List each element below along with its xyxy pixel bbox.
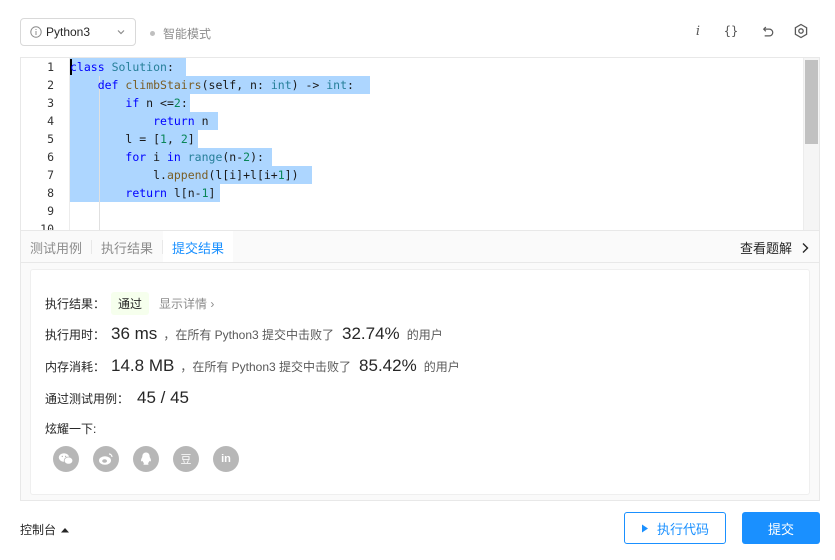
show-details-link[interactable]: 显示详情 › — [159, 295, 214, 312]
code-line-3: if n <=2: — [125, 96, 188, 110]
reset-icon[interactable] — [758, 22, 776, 40]
qq-svg — [141, 452, 151, 465]
weibo-icon[interactable] — [93, 446, 119, 472]
tests-value: 45 / 45 — [137, 388, 190, 407]
result-panel-container: 执行结果： 通过 显示详情 › 执行用时： 36 ms ，在所有 Python3… — [20, 262, 820, 501]
tab-test-cases[interactable]: 测试用例 — [21, 231, 91, 263]
douban-icon[interactable]: 豆 — [173, 446, 199, 472]
code-line-6: for i in range(n-2): — [125, 150, 264, 164]
console-toggle[interactable]: 控制台 — [20, 521, 70, 538]
mode-dot-icon — [150, 31, 155, 36]
view-solution-link[interactable]: 查看题解 — [740, 231, 811, 264]
line-number: 6 — [47, 150, 54, 164]
wechat-svg — [58, 453, 74, 465]
language-label: Python3 — [46, 25, 91, 39]
caret-up-icon — [61, 527, 70, 532]
code-line-8: return l[n-1] — [125, 186, 216, 200]
runtime-label: 执行用时： — [45, 328, 106, 342]
weibo-svg — [99, 453, 113, 465]
submission-result-card: 执行结果： 通过 显示详情 › 执行用时： 36 ms ，在所有 Python3… — [30, 269, 810, 495]
memory-percentile: 85.42% — [359, 356, 417, 375]
code-line-7: l.append(l[i]+l[i+1]) — [70, 168, 299, 182]
status-label: 执行结果： — [45, 297, 106, 311]
braces-icon[interactable]: {} — [722, 22, 740, 40]
line-number: 4 — [47, 114, 54, 128]
runtime-row: 执行用时： 36 ms ，在所有 Python3 提交中击败了 32.74% 的… — [45, 324, 443, 344]
share-label-row: 炫耀一下: — [45, 420, 96, 437]
code-line-4: return n — [153, 114, 209, 128]
runtime-percentile: 32.74% — [342, 324, 400, 343]
editor-scrollbar[interactable] — [803, 58, 819, 231]
line-number: 3 — [47, 96, 54, 110]
chevron-right-icon — [802, 242, 809, 253]
chevron-down-icon — [117, 30, 125, 35]
scrollbar-thumb[interactable] — [805, 60, 818, 144]
run-code-button[interactable]: 执行代码 — [624, 512, 726, 544]
runtime-text: ，在所有 Python3 提交中击败了 — [163, 328, 335, 342]
editor-toolbar: Python3 智能模式 i {} — [0, 0, 835, 58]
submit-button[interactable]: 提交 — [742, 512, 820, 544]
memory-value: 14.8 MB — [111, 356, 175, 375]
memory-row: 内存消耗： 14.8 MB ，在所有 Python3 提交中击败了 85.42%… — [45, 356, 460, 376]
share-buttons: 豆 in — [53, 446, 253, 472]
share-label: 炫耀一下: — [45, 422, 97, 436]
memory-label: 内存消耗： — [45, 360, 106, 374]
tab-run-result[interactable]: 执行结果 — [92, 231, 162, 263]
info-italic-icon[interactable]: i — [689, 22, 707, 40]
smart-mode-toggle[interactable]: 智能模式 — [150, 25, 211, 42]
info-circle-icon — [30, 26, 42, 38]
play-icon — [641, 524, 648, 532]
reset-arrow-svg — [762, 26, 773, 37]
line-number: 5 — [47, 132, 54, 146]
linkedin-icon[interactable]: in — [213, 446, 239, 472]
code-area[interactable]: class Solution: def climbStairs(self, n:… — [70, 58, 803, 231]
tests-label: 通过测试用例： — [45, 392, 130, 406]
memory-text: ，在所有 Python3 提交中击败了 — [180, 360, 352, 374]
code-line-2: def climbStairs(self, n: int) -> int: — [97, 78, 354, 92]
settings-icon[interactable] — [792, 22, 810, 40]
tests-row: 通过测试用例： 45 / 45 — [45, 388, 195, 408]
tab-submission-result[interactable]: 提交结果 — [163, 231, 234, 263]
code-editor[interactable]: 1 2 3 4 5 6 7 8 9 10 class Solution: def… — [20, 57, 820, 231]
mode-label: 智能模式 — [163, 27, 212, 41]
line-number: 7 — [47, 168, 54, 182]
run-code-label: 执行代码 — [656, 521, 709, 537]
console-label: 控制台 — [20, 523, 57, 537]
runtime-tail: 的用户 — [406, 328, 443, 342]
code-line-5: l = [1, 2] — [70, 132, 195, 146]
qq-icon[interactable] — [133, 446, 159, 472]
runtime-value: 36 ms — [111, 324, 158, 343]
line-number: 1 — [47, 60, 54, 74]
gear-svg — [794, 23, 808, 39]
line-number: 8 — [47, 186, 54, 200]
language-select[interactable]: Python3 — [20, 18, 136, 46]
line-number-gutter: 1 2 3 4 5 6 7 8 9 10 — [21, 58, 70, 231]
code-line-1: class Solution: — [70, 60, 174, 74]
memory-tail: 的用户 — [423, 360, 460, 374]
wechat-icon[interactable] — [53, 446, 79, 472]
line-number: 2 — [47, 78, 54, 92]
view-solution-label: 查看题解 — [739, 241, 792, 256]
status-badge: 通过 — [111, 292, 150, 315]
line-number: 9 — [47, 204, 54, 218]
result-tabs: 测试用例 执行结果 提交结果 查看题解 — [20, 230, 820, 263]
status-row: 执行结果： 通过 显示详情 › — [45, 292, 214, 315]
